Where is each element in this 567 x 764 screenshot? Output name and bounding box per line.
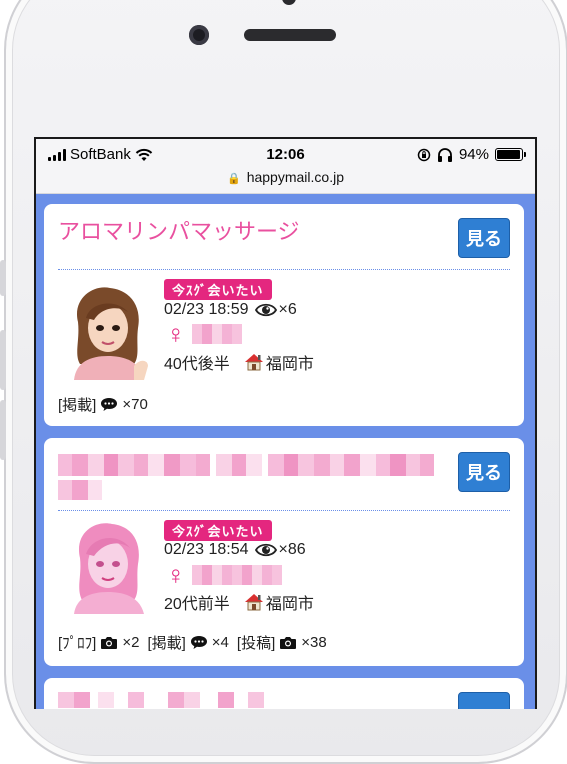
url-bar[interactable]: 🔒 happymail.co.jp <box>36 169 535 194</box>
location-text: 福岡市 <box>265 356 314 373</box>
house-icon <box>244 594 263 611</box>
eye-icon <box>254 543 277 557</box>
stat-label: [ﾌﾟﾛﾌ] <box>58 635 97 652</box>
house-icon <box>244 354 263 371</box>
age-range: 20代前半 <box>164 596 230 613</box>
stat-label: [掲載] <box>147 635 186 652</box>
url-domain: happymail.co.jp <box>246 169 344 185</box>
post-card[interactable]: アロマリンパマッサージ 見る 今ｽｸﾞ会いたい 02/23 18:59 ×6 ♀ <box>44 204 524 426</box>
post-card[interactable] <box>44 678 524 709</box>
post-card[interactable]: 見る 今ｽｸﾞ会いたい 02/23 18:54 ×86 ♀ 20代前半 福岡市 … <box>44 438 524 666</box>
post-datetime: 02/23 18:54 <box>164 541 249 558</box>
post-stats: [掲載] ×70 <box>58 394 148 415</box>
speech-bubble-icon <box>101 398 118 411</box>
post-datetime: 02/23 18:59 <box>164 301 249 318</box>
blurred-title[interactable] <box>58 688 438 708</box>
side-button <box>0 400 6 460</box>
view-button[interactable]: 見る <box>458 218 510 258</box>
post-profile-row: 40代後半 福岡市 <box>164 350 314 374</box>
camera-icon <box>280 637 297 649</box>
post-name-row: ♀ <box>166 560 282 590</box>
location: 福岡市 <box>244 590 314 614</box>
location: 福岡市 <box>244 350 314 374</box>
battery-icon <box>495 148 526 161</box>
stat-count: ×38 <box>301 634 327 651</box>
female-icon: ♀ <box>166 319 186 349</box>
headphones-icon <box>437 147 452 162</box>
status-badge: 今ｽｸﾞ会いたい <box>164 520 272 541</box>
status-right: 94% <box>417 146 526 163</box>
view-button[interactable]: 見る <box>458 452 510 492</box>
orientation-lock-icon <box>417 148 431 161</box>
lock-icon: 🔒 <box>227 173 241 185</box>
post-profile-row: 20代前半 福岡市 <box>164 590 314 614</box>
post-name-row: ♀ <box>166 319 242 349</box>
side-button <box>0 260 6 296</box>
status-bar: SoftBank 12:06 94% <box>36 139 535 169</box>
stat-label: [掲載] <box>58 397 97 414</box>
blurred-title[interactable] <box>58 452 438 506</box>
status-badge: 今ｽｸﾞ会いたい <box>164 279 272 300</box>
phone-screen: SoftBank 12:06 94% 🔒 happymail.co.jp アロマ… <box>34 137 537 709</box>
view-count: ×86 <box>278 541 306 558</box>
divider <box>58 269 510 270</box>
battery-percent: 94% <box>458 146 489 163</box>
view-button[interactable] <box>458 692 510 709</box>
front-camera <box>189 25 209 45</box>
post-meta: 02/23 18:54 ×86 <box>164 541 306 559</box>
earpiece-speaker <box>244 29 336 41</box>
speech-bubble-icon <box>190 636 207 649</box>
camera-icon <box>101 637 118 649</box>
divider <box>58 510 510 511</box>
post-title[interactable]: アロマリンパマッサージ <box>58 218 438 246</box>
blurred-name <box>191 565 282 585</box>
avatar[interactable] <box>64 284 150 380</box>
stat-count: ×2 <box>122 634 140 651</box>
avatar[interactable] <box>64 518 150 614</box>
stat-count: ×70 <box>122 396 148 413</box>
blurred-name <box>191 324 242 344</box>
eye-icon <box>254 303 277 317</box>
side-button <box>0 330 6 390</box>
post-meta: 02/23 18:59 ×6 <box>164 301 297 319</box>
view-count: ×6 <box>278 301 297 318</box>
location-text: 福岡市 <box>265 596 314 613</box>
female-icon: ♀ <box>166 560 186 590</box>
front-sensor <box>282 0 296 5</box>
stat-count: ×4 <box>211 634 229 651</box>
post-stats: [ﾌﾟﾛﾌ] ×2 [掲載] ×4 [投稿] ×38 <box>58 632 327 653</box>
stat-label: [投稿] <box>236 635 276 652</box>
age-range: 40代後半 <box>164 356 230 373</box>
